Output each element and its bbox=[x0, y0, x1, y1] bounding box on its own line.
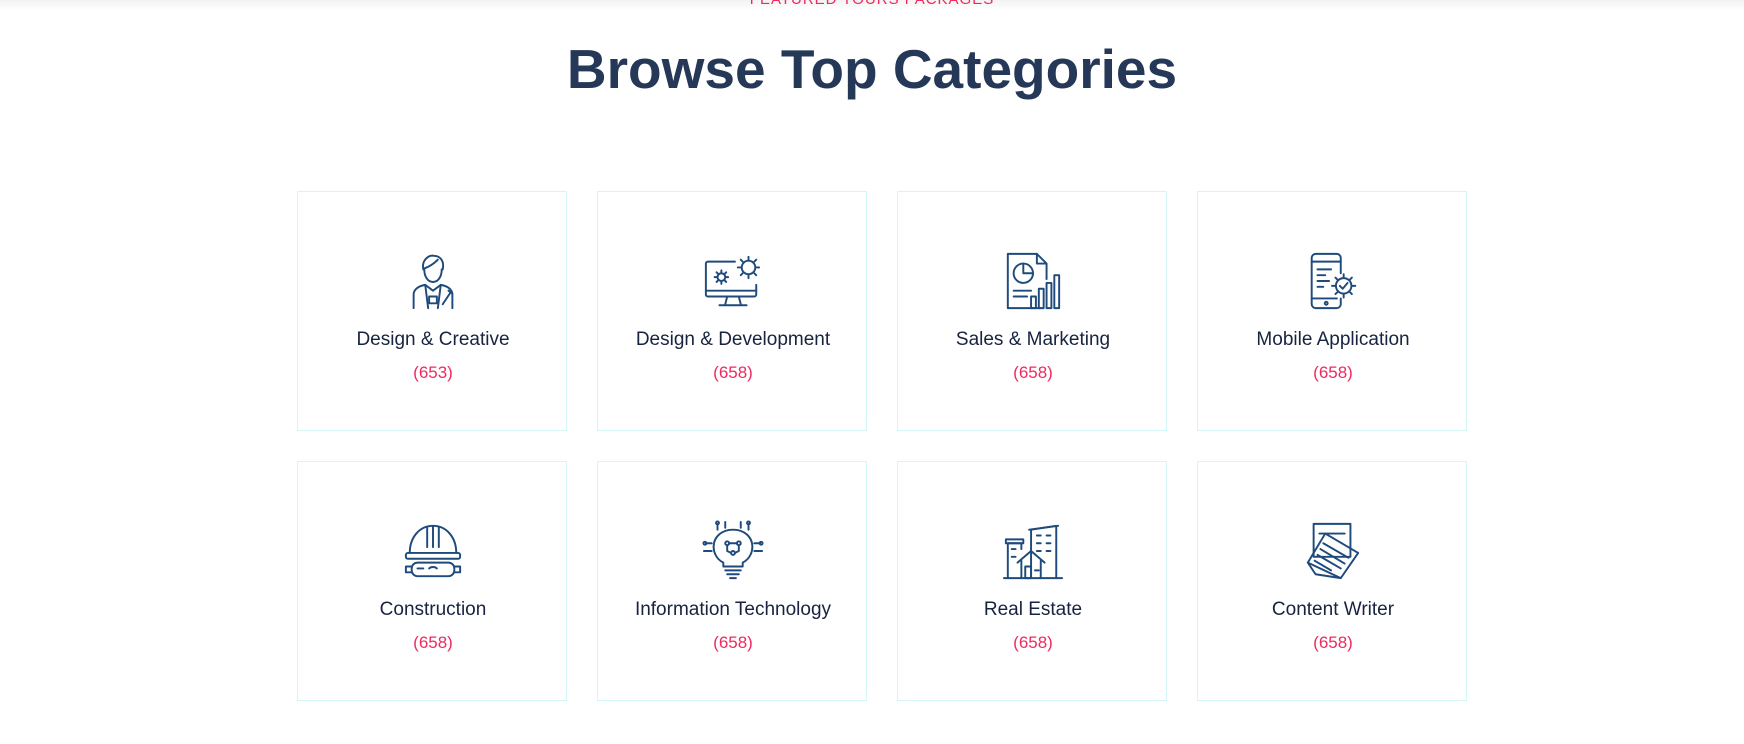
designer-person-icon bbox=[298, 250, 568, 312]
documents-icon bbox=[1198, 520, 1468, 582]
category-grid: Design & Creative (653) Design & Develop… bbox=[297, 191, 1467, 701]
category-card-sales-marketing[interactable]: Sales & Marketing (658) bbox=[897, 191, 1167, 431]
category-name: Sales & Marketing bbox=[955, 329, 1111, 350]
category-card-real-estate[interactable]: Real Estate (658) bbox=[897, 461, 1167, 701]
category-card-design-development[interactable]: Design & Development (658) bbox=[597, 191, 867, 431]
category-card-content-writer[interactable]: Content Writer (658) bbox=[1197, 461, 1467, 701]
category-name: Mobile Application bbox=[1256, 329, 1410, 350]
category-count: (658) bbox=[1013, 633, 1053, 652]
category-card-information-technology[interactable]: Information Technology (658) bbox=[597, 461, 867, 701]
section-title: Browse Top Categories bbox=[566, 38, 1178, 100]
category-card-construction[interactable]: Construction (658) bbox=[297, 461, 567, 701]
category-name: Construction bbox=[379, 599, 487, 620]
buildings-icon bbox=[898, 520, 1168, 582]
section-eyebrow: FEATURED TOURS PACKAGES bbox=[0, 0, 1744, 8]
category-count: (658) bbox=[713, 363, 753, 382]
monitor-gears-icon bbox=[598, 250, 868, 312]
helmet-goggles-icon bbox=[298, 520, 568, 582]
category-count: (658) bbox=[1313, 633, 1353, 652]
circuit-bulb-icon bbox=[598, 520, 868, 582]
category-name: Real Estate bbox=[983, 599, 1083, 620]
category-count: (658) bbox=[1013, 363, 1053, 382]
category-count: (653) bbox=[413, 363, 453, 382]
category-count: (658) bbox=[1313, 363, 1353, 382]
category-name: Design & Development bbox=[635, 329, 831, 350]
category-count: (658) bbox=[713, 633, 753, 652]
category-card-mobile-application[interactable]: Mobile Application (658) bbox=[1197, 191, 1467, 431]
category-card-design-creative[interactable]: Design & Creative (653) bbox=[297, 191, 567, 431]
report-chart-icon bbox=[898, 250, 1168, 312]
mobile-settings-icon bbox=[1198, 250, 1468, 312]
category-name: Information Technology bbox=[634, 599, 832, 620]
category-name: Content Writer bbox=[1271, 599, 1395, 620]
page: FEATURED TOURS PACKAGES Browse Top Categ… bbox=[0, 0, 1744, 744]
category-count: (658) bbox=[413, 633, 453, 652]
category-name: Design & Creative bbox=[356, 329, 510, 350]
